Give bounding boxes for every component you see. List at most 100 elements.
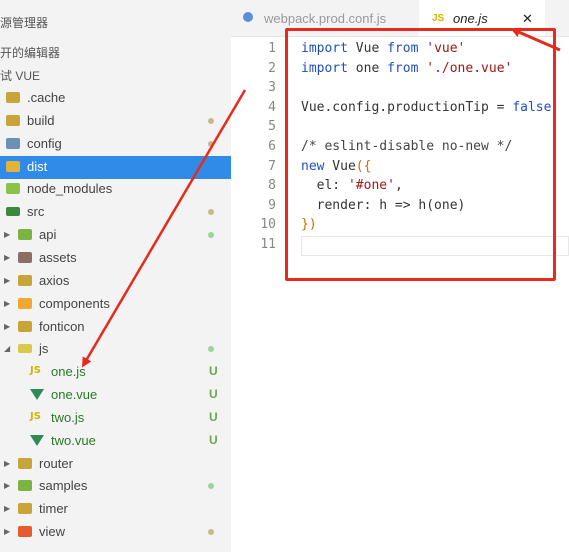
open-editors-label: 开的编辑器 [0, 46, 61, 60]
untracked-badge: U [209, 432, 218, 447]
line-number: 2 [268, 60, 276, 76]
tree-item-label: fonticon [39, 318, 85, 334]
line-number: 6 [268, 139, 276, 154]
tree-item-cache[interactable]: .cache [0, 87, 231, 110]
tree-item-label: view [39, 524, 66, 540]
chevron-right-icon[interactable]: ▶ [4, 322, 10, 331]
tree-item-two-vue[interactable]: two.vue U [0, 430, 231, 453]
folder-icon [18, 526, 32, 538]
code-line[interactable]: new Vue({ [301, 159, 371, 174]
code-editor[interactable]: 1 2 3 4 5 6 7 8 9 10 11 import Vue from 'vue' impor… [231, 37, 569, 552]
tree-item-samples[interactable]: ▶ samples [0, 475, 231, 498]
status-dot [208, 117, 214, 124]
code-line[interactable]: }) [301, 217, 317, 232]
folder-icon [6, 183, 20, 195]
code-line[interactable]: /* eslint-disable no-new */ [301, 139, 512, 154]
folder-icon [18, 320, 32, 332]
chevron-right-icon[interactable]: ▶ [4, 230, 10, 239]
folder-open-icon [18, 344, 32, 354]
open-editors-section[interactable]: 开的编辑器 [0, 41, 231, 64]
chevron-right-icon[interactable]: ▶ [4, 504, 10, 513]
code-token: import [301, 41, 348, 56]
explorer-title-text: 源管理器 [0, 16, 49, 30]
tree-item-axios[interactable]: ▶ axios [0, 270, 231, 293]
untracked-badge: U [209, 387, 218, 402]
line-number: 9 [268, 197, 276, 213]
explorer-sidebar: 源管理器 开的编辑器 试 VUE .cache build config dist no… [0, 0, 231, 552]
tree-item-view[interactable]: ▶ view [0, 521, 231, 544]
tab-one-js[interactable]: JS one.js ✕ [419, 0, 545, 36]
folder-icon [6, 92, 20, 103]
tree-item-fonticon[interactable]: ▶ fonticon [0, 316, 231, 339]
code-token: from [387, 60, 419, 76]
project-label: 试 VUE [0, 69, 41, 83]
status-dot [208, 232, 214, 239]
tree-item-two-js[interactable]: JS two.js U [0, 407, 231, 430]
tree-item-router[interactable]: ▶ router [0, 453, 231, 476]
chevron-right-icon[interactable]: ▶ [4, 276, 10, 285]
js-file-icon: JS [30, 365, 41, 377]
tree-item-timer[interactable]: ▶ timer [0, 498, 231, 521]
tab-label: webpack.prod.conf.js [264, 11, 387, 26]
code-line[interactable]: render: h => h(one) [301, 198, 466, 213]
status-dot [208, 209, 214, 216]
chevron-right-icon[interactable]: ▶ [4, 459, 10, 468]
tree-item-dist[interactable]: dist [0, 155, 231, 179]
tab-webpack-prod-conf[interactable]: webpack.prod.conf.js [231, 0, 419, 36]
tree-item-node-modules[interactable]: node_modules [0, 178, 231, 201]
code-token: Vue [347, 41, 388, 56]
code-token: /* eslint-disable no-new */ [301, 139, 513, 154]
status-dot [208, 483, 214, 490]
tree-item-label: samples [39, 478, 88, 494]
current-line-highlight [301, 236, 569, 256]
code-line[interactable]: import Vue from 'vue' [301, 41, 465, 56]
tree-item-build[interactable]: build [0, 110, 231, 133]
tree-item-components[interactable]: ▶ components [0, 293, 231, 316]
code-token: import [301, 60, 348, 76]
tree-item-src[interactable]: src [0, 201, 231, 224]
project-section[interactable]: 试 VUE [0, 64, 231, 87]
line-number: 1 [268, 41, 276, 56]
tree-item-label: dist [27, 158, 48, 174]
js-file-icon: JS [30, 410, 41, 422]
line-number: 3 [268, 80, 276, 96]
chevron-right-icon[interactable]: ▶ [4, 253, 10, 262]
tree-item-label: src [27, 204, 45, 220]
tree-item-js[interactable]: ◢ js [0, 338, 231, 361]
close-icon[interactable]: ✕ [522, 11, 533, 27]
tree-item-label: timer [39, 501, 68, 517]
code-line[interactable]: Vue.config.productionTip = false [301, 100, 551, 115]
tree-item-assets[interactable]: ▶ assets [0, 247, 231, 270]
tree-item-api[interactable]: ▶ api [0, 224, 231, 247]
code-token: one [347, 60, 388, 76]
tab-label: one.js [453, 11, 488, 26]
line-number: 10 [260, 217, 276, 233]
code-token: false [512, 99, 552, 115]
chevron-right-icon[interactable]: ▶ [4, 299, 10, 308]
chevron-right-icon[interactable]: ▶ [4, 481, 10, 490]
code-token: './one.vue' [426, 60, 513, 76]
code-line[interactable]: import one from './one.vue' [301, 61, 512, 76]
webpack-icon [243, 12, 253, 22]
tree-item-label: axios [39, 272, 70, 288]
tree-item-one-vue[interactable]: one.vue U [0, 384, 231, 407]
folder-icon [18, 274, 32, 286]
tree-item-config[interactable]: config [0, 133, 231, 156]
code-token: 'vue' [426, 41, 466, 56]
tree-item-label: two.vue [51, 432, 96, 448]
code-token: Vue.config.productionTip = [301, 99, 513, 115]
tree-item-label: api [39, 227, 57, 243]
line-number: 8 [268, 178, 276, 194]
untracked-badge: U [209, 409, 218, 424]
chevron-down-icon[interactable]: ◢ [4, 344, 10, 353]
chevron-right-icon[interactable]: ▶ [4, 527, 10, 536]
tree-item-label: .cache [27, 90, 66, 105]
code-token: '#one' [347, 178, 395, 194]
tree-item-label: assets [39, 249, 77, 265]
code-line[interactable]: el: '#one', [301, 178, 403, 193]
tree-item-label: two.js [51, 409, 85, 425]
code-token: , [394, 178, 403, 194]
tree-item-one-js[interactable]: JS one.js U [0, 361, 231, 384]
folder-icon [6, 137, 20, 149]
tab-bar: webpack.prod.conf.js JS one.js ✕ [231, 0, 569, 37]
